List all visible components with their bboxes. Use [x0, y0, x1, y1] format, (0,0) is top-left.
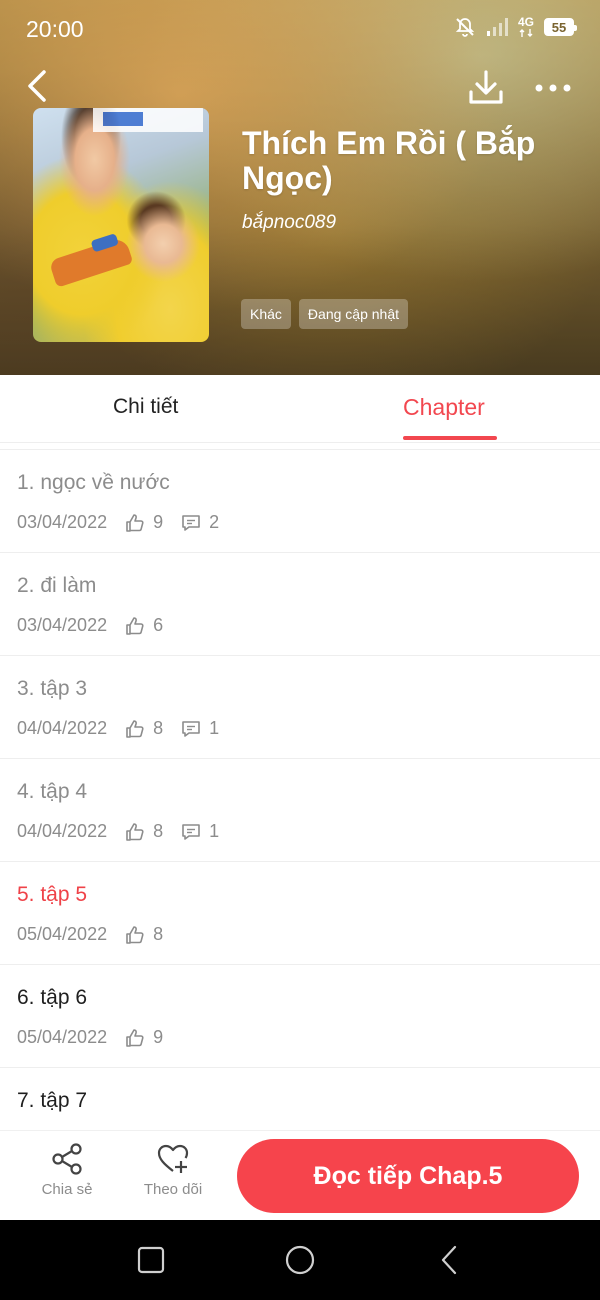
comment-icon [182, 720, 200, 737]
chapter-title: 6. tập 6 [17, 986, 88, 1009]
chapter-item[interactable]: 6. tập 6 05/04/2022 9 [0, 965, 600, 1068]
notifications-off-icon [455, 18, 475, 37]
cover-image [33, 108, 209, 342]
thumbs-up-icon [126, 719, 144, 738]
download-icon[interactable] [466, 68, 506, 108]
back-arrow-icon[interactable] [22, 68, 54, 104]
comment-icon [182, 514, 200, 531]
comment-count: 2 [209, 512, 220, 532]
tab-bar: Chi tiết Chapter [0, 375, 600, 443]
home-icon[interactable] [284, 1244, 316, 1276]
comment-count: 1 [209, 821, 220, 841]
chapter-date: 03/04/2022 [17, 512, 108, 532]
chapter-date: 05/04/2022 [17, 924, 108, 944]
chapter-date: 03/04/2022 [17, 615, 108, 635]
tag-status[interactable]: Đang cập nhật [298, 299, 408, 329]
story-header: 20:00 4G 55 Thích Em Rồi (Bắp Ngọc) bắp… [0, 0, 600, 375]
bottom-action-bar: Chia sẻ Theo dõi Đọc tiếp Chap.5 [0, 1130, 600, 1220]
signal-icon [486, 18, 508, 36]
chapter-meta: 05/04/2022 8 [17, 924, 181, 945]
chapter-date: 04/04/2022 [17, 718, 108, 738]
chapter-title: 4. tập 4 [17, 780, 88, 803]
like-count: 8 [153, 924, 164, 944]
story-author[interactable]: bắpnoc089 [242, 212, 336, 234]
follow-label: Theo dõi [143, 1181, 203, 1198]
thumbs-up-icon [126, 616, 144, 635]
chapter-item[interactable]: 7. tập 7 [0, 1068, 600, 1130]
thumbs-up-icon [126, 925, 144, 944]
system-navigation-bar [0, 1220, 600, 1300]
continue-reading-label: Đọc tiếp Chap.5 [313, 1161, 503, 1190]
chapter-meta: 03/04/2022 6 [17, 615, 181, 636]
cover-sign [93, 108, 203, 132]
recent-apps-icon[interactable] [135, 1244, 167, 1276]
thumbs-up-icon [126, 822, 144, 841]
share-button[interactable]: Chia sẻ [27, 1143, 107, 1198]
status-bar: 20:00 4G 55 [0, 0, 600, 60]
tab-active-indicator [403, 436, 497, 440]
comment-count: 1 [209, 718, 220, 738]
thumbs-up-icon [126, 1028, 144, 1047]
tab-chapter[interactable]: Chapter [403, 394, 485, 421]
more-dots-icon[interactable] [532, 72, 574, 104]
tab-detail[interactable]: Chi tiết [113, 395, 178, 419]
like-count: 9 [153, 1027, 164, 1047]
system-back-icon[interactable] [434, 1244, 466, 1276]
chapter-date: 04/04/2022 [17, 821, 108, 841]
chapter-item[interactable]: 3. tập 3 04/04/2022 8 1 [0, 656, 600, 759]
like-count: 9 [153, 512, 164, 532]
battery-icon: 55 [544, 18, 577, 36]
share-icon [52, 1143, 82, 1175]
tag-category[interactable]: Khác [241, 299, 291, 329]
chapter-item-current[interactable]: 5. tập 5 05/04/2022 8 [0, 862, 600, 965]
status-icons: 4G 55 [454, 14, 577, 38]
thumbs-up-icon [126, 513, 144, 532]
share-label: Chia sẻ [41, 1181, 93, 1198]
network-label: 4G [517, 14, 534, 29]
like-count: 6 [153, 615, 164, 635]
cover-water-gun [48, 236, 134, 288]
chapter-title: 1. ngọc về nước [17, 471, 170, 494]
tag-list: Khác Đang cập nhật [241, 299, 408, 329]
chapter-item[interactable]: 4. tập 4 04/04/2022 8 1 [0, 759, 600, 862]
comment-icon [182, 823, 200, 840]
chapter-item[interactable]: 2. đi làm 03/04/2022 6 [0, 553, 600, 656]
chapter-meta: 05/04/2022 9 [17, 1027, 181, 1048]
battery-level: 55 [551, 19, 567, 35]
chapter-date: 05/04/2022 [17, 1027, 108, 1047]
chapter-meta: 03/04/2022 9 2 [17, 512, 237, 533]
continue-reading-button[interactable]: Đọc tiếp Chap.5 [237, 1139, 579, 1213]
chapter-meta: 04/04/2022 8 1 [17, 821, 237, 842]
chapter-title: 3. tập 3 [17, 677, 88, 700]
status-time: 20:00 [26, 16, 84, 42]
story-title: Thích Em Rồi ( Bắp Ngọc) [242, 125, 536, 196]
chapter-title: 2. đi làm [17, 574, 97, 597]
follow-button[interactable]: Theo dõi [133, 1143, 213, 1198]
chapter-title: 7. tập 7 [17, 1089, 88, 1112]
heart-plus-icon [157, 1144, 189, 1173]
like-count: 8 [153, 821, 164, 841]
like-count: 8 [153, 718, 164, 738]
network-type-icon: 4G [517, 14, 534, 38]
chapter-title: 5. tập 5 [17, 883, 88, 906]
chapter-list: 1. ngọc về nước 03/04/2022 9 2 2. đi làm… [0, 449, 600, 1130]
chapter-meta: 04/04/2022 8 1 [17, 718, 237, 739]
chapter-item[interactable]: 1. ngọc về nước 03/04/2022 9 2 [0, 450, 600, 553]
